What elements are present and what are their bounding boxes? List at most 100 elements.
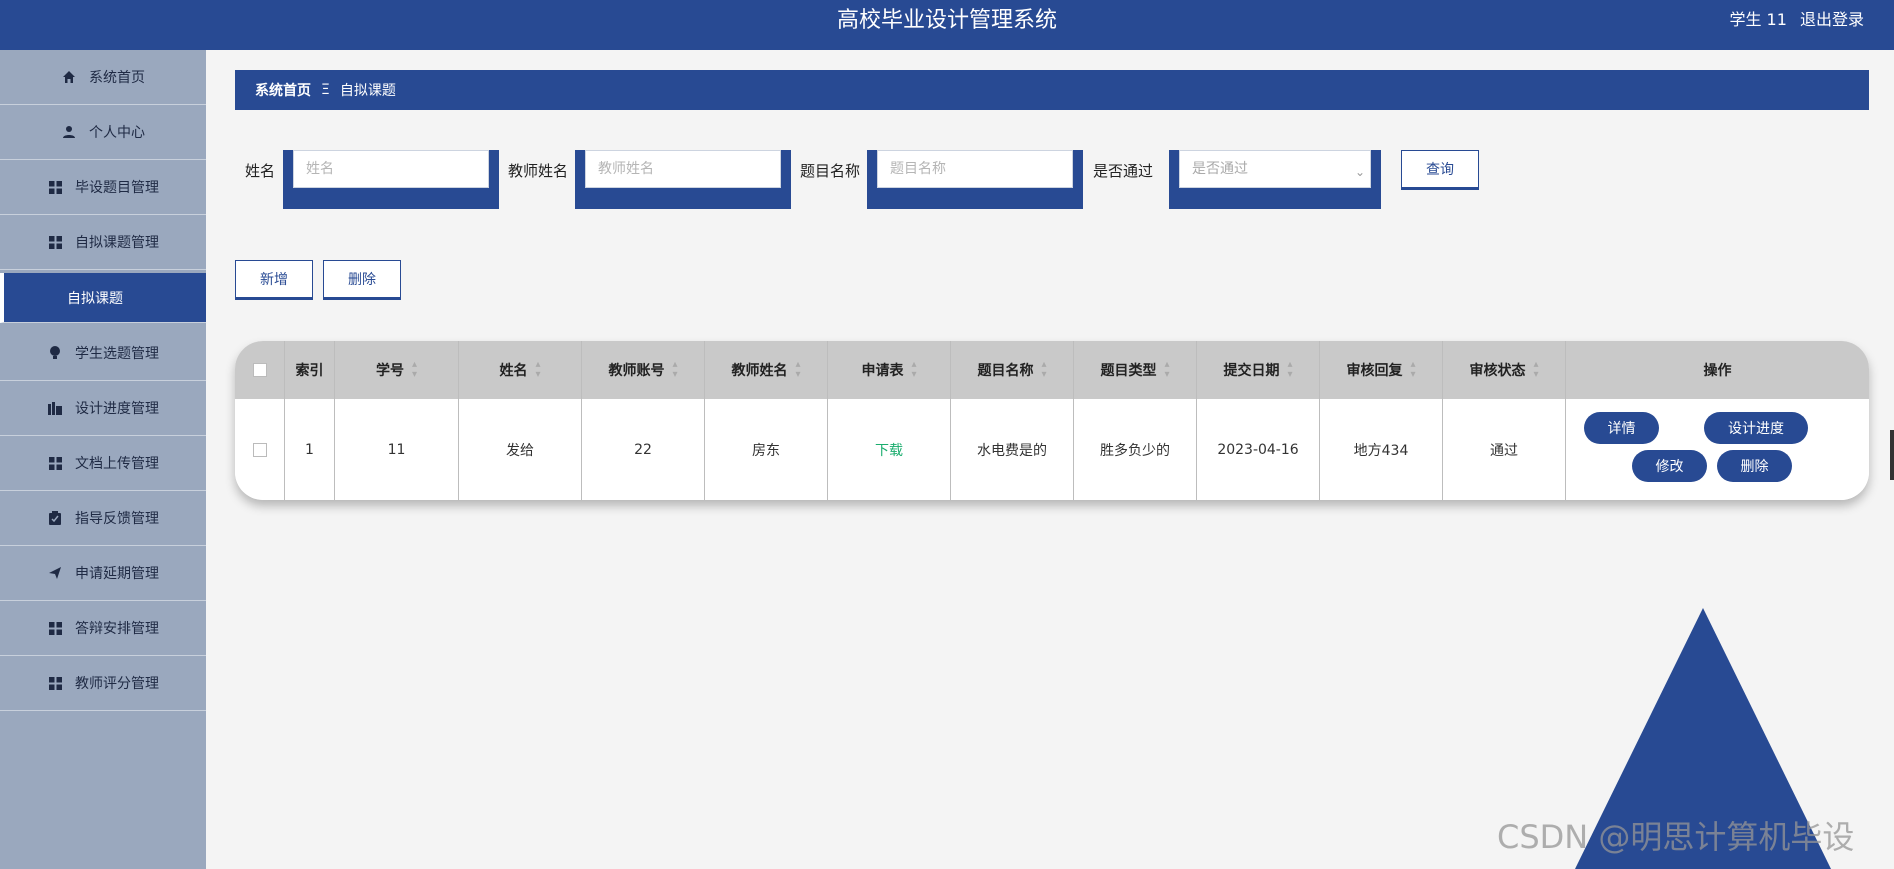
row-checkbox-cell [235,399,285,500]
chevron-down-icon: ⌄ [1355,165,1366,179]
send-icon [47,565,63,581]
sidebar-item-label: 毕设题目管理 [75,180,159,196]
name-input[interactable] [293,150,489,188]
col-header-student-no[interactable]: 学号 ▴ ▾ [335,341,459,399]
sidebar-item-label: 自拟课题管理 [75,235,159,251]
sidebar-item-scoring[interactable]: 教师评分管理 [0,656,206,711]
sort-icon[interactable]: ▴ ▾ [535,360,540,380]
cell-teacher-name: 房东 [705,399,828,500]
grid-icon [47,234,63,250]
sidebar-item-self-topic[interactable]: 自拟课题 [0,273,206,323]
sidebar-item-defense[interactable]: 答辩安排管理 [0,601,206,656]
sort-icon[interactable]: ▴ ▾ [1287,360,1292,380]
sort-icon[interactable]: ▴ ▾ [795,360,800,380]
cell-student-no: 11 [335,399,459,500]
sidebar-item-label: 指导反馈管理 [75,511,159,527]
sidebar-item-label: 学生选题管理 [75,346,159,362]
topic-name-input[interactable] [877,150,1073,188]
cell-topic-type: 胜多负少的 [1074,399,1197,500]
sidebar-item-self-topic-mgmt[interactable]: 自拟课题管理 [0,215,206,270]
sidebar-item-label: 系统首页 [89,70,145,86]
watermark: CSDN @明思计算机毕设 [1497,818,1855,856]
row-delete-button[interactable]: 删除 [1717,450,1792,482]
col-header-date[interactable]: 提交日期 ▴ ▾ [1197,341,1320,399]
breadcrumb-separator: Ξ [321,82,330,98]
bulb-icon [47,345,63,361]
select-all-checkbox[interactable] [252,363,267,377]
breadcrumb-home[interactable]: 系统首页 [255,80,311,100]
col-header-status[interactable]: 审核状态 ▴ ▾ [1443,341,1566,399]
grid-icon [47,675,63,691]
sidebar-item-extension[interactable]: 申请延期管理 [0,546,206,601]
header-checkbox-cell [235,341,285,399]
sidebar-item-topic-mgmt[interactable]: 毕设题目管理 [0,160,206,215]
sidebar-item-label: 设计进度管理 [75,401,159,417]
topic-name-label: 题目名称 [800,162,861,180]
scrollbar[interactable] [1890,430,1894,480]
col-header-application[interactable]: 申请表 ▴ ▾ [828,341,951,399]
col-header-reply[interactable]: 审核回复 ▴ ▾ [1320,341,1443,399]
grid-icon [47,179,63,195]
sidebar-item-label: 申请延期管理 [75,566,159,582]
sidebar-item-student-selection[interactable]: 学生选题管理 [0,326,206,381]
teacher-name-input[interactable] [585,150,781,188]
sidebar-item-home[interactable]: 系统首页 [0,50,206,105]
user-icon [61,124,77,140]
breadcrumb-current: 自拟课题 [339,83,396,99]
cell-teacher-account: 22 [582,399,705,500]
grid-icon [47,455,63,471]
sidebar-item-profile[interactable]: 个人中心 [0,105,206,160]
cell-date: 2023-04-16 [1197,399,1320,500]
cell-topic: 水电费是的 [951,399,1074,500]
col-header-teacher-name[interactable]: 教师姓名 ▴ ▾ [705,341,828,399]
sidebar-item-label: 自拟课题 [67,290,123,307]
sort-icon[interactable]: ▴ ▾ [672,360,677,380]
sort-icon[interactable]: ▴ ▾ [1164,360,1169,380]
sidebar-item-feedback[interactable]: 指导反馈管理 [0,491,206,546]
cell-status: 通过 [1443,399,1566,500]
sort-icon[interactable]: ▴ ▾ [911,360,916,380]
name-label: 姓名 [245,162,276,180]
col-header-name[interactable]: 姓名 ▴ ▾ [459,341,582,399]
data-table: 索引 学号 ▴ ▾ 姓名 ▴ ▾ 教师账号 ▴ ▾ 教师姓名 ▴ ▾ 申请表 ▴ ▾ 题目名称 ▴ ▾ … [235,341,1869,500]
sidebar-item-doc-upload[interactable]: 文档上传管理 [0,436,206,491]
edit-button[interactable]: 修改 [1632,450,1707,482]
app-title: 高校毕业设计管理系统 [836,8,1057,33]
sort-icon[interactable]: ▴ ▾ [1041,360,1046,380]
progress-icon [47,400,63,416]
sidebar-item-label: 教师评分管理 [75,676,159,692]
clipboard-icon [47,510,63,526]
home-icon [61,69,77,85]
sidebar-item-progress[interactable]: 设计进度管理 [0,381,206,436]
cell-index: 1 [285,399,335,500]
col-header-teacher-account[interactable]: 教师账号 ▴ ▾ [582,341,705,399]
batch-delete-button[interactable]: 删除 [323,260,401,300]
teacher-name-label: 教师姓名 [508,162,569,180]
col-header-actions: 操作 [1703,363,1732,379]
row-checkbox[interactable] [252,442,267,457]
cell-application: 下载 [828,399,951,500]
sidebar-item-label: 文档上传管理 [75,456,159,472]
col-header-index: 索引 [285,341,335,399]
sort-icon[interactable]: ▴ ▾ [1533,360,1538,380]
sidebar-item-label: 答辩安排管理 [75,621,159,637]
pass-status-select[interactable]: 是否通过 [1179,150,1371,188]
breadcrumb: 系统首页 Ξ 自拟课题 [235,70,1869,110]
logout-link[interactable]: 退出登录 [1800,10,1864,29]
cell-name: 发给 [459,399,582,500]
design-progress-button[interactable]: 设计进度 [1704,412,1808,444]
add-button[interactable]: 新增 [235,260,313,300]
sidebar-item-label: 个人中心 [89,125,145,141]
grid-icon [47,620,63,636]
download-link[interactable]: 下载 [875,440,903,460]
sort-icon[interactable]: ▴ ▾ [412,360,417,380]
user-area: 学生 11 退出登录 [1721,0,1864,40]
col-header-topic-type[interactable]: 题目类型 ▴ ▾ [1074,341,1197,399]
query-button[interactable]: 查询 [1401,150,1479,190]
cell-reply: 地方434 [1320,399,1443,500]
pass-status-label: 是否通过 [1093,162,1154,180]
current-user: 学生 11 [1729,10,1787,29]
detail-button[interactable]: 详情 [1584,412,1659,444]
col-header-topic[interactable]: 题目名称 ▴ ▾ [951,341,1074,399]
sort-icon[interactable]: ▴ ▾ [1410,360,1415,380]
